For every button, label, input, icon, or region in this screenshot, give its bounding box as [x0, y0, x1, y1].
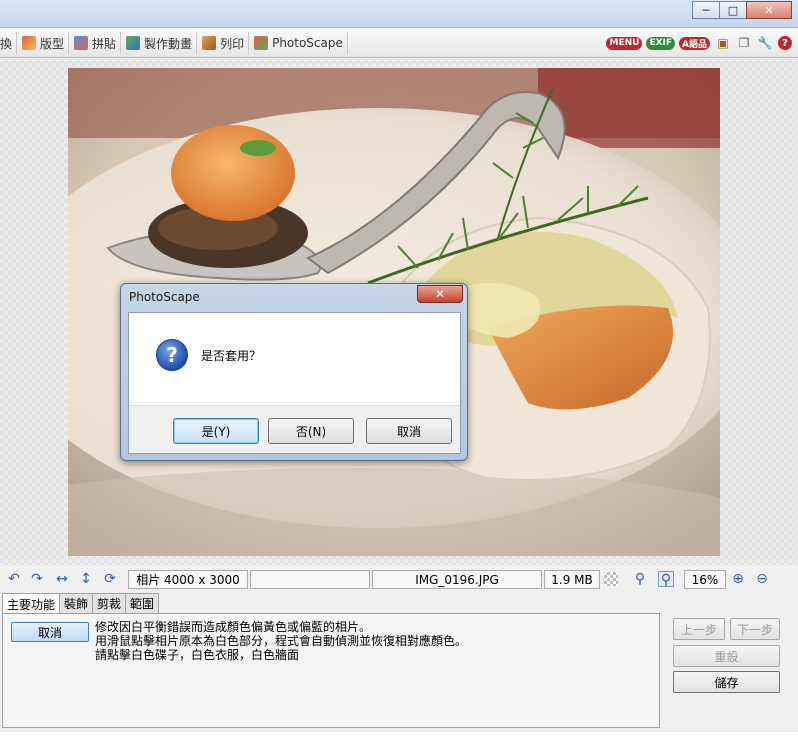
tool-panel: 取消 修改因白平衡錯誤而造成顏色偏黃色或偏藍的相片。 用滑鼠點擊相片原本為白色部… [2, 613, 660, 728]
tab-crop[interactable]: 剪裁 [92, 593, 127, 613]
zoom-in-icon[interactable]: ⊕ [730, 571, 746, 587]
zoom-fit-icon[interactable]: ⚲ [632, 571, 648, 587]
dialog-cancel-button[interactable]: 取消 [366, 418, 452, 444]
menu-button[interactable]: MENU [606, 36, 643, 50]
tab-combine[interactable]: 拼貼 [70, 32, 122, 54]
flip-vertical-icon[interactable]: ↕ [78, 571, 94, 587]
tab-decorate[interactable]: 裝飾 [59, 593, 94, 613]
file-size: 1.9 MB [544, 570, 600, 589]
redo-button[interactable]: 下一步 [730, 618, 780, 640]
tab-gif-animation[interactable]: 製作動畫 [122, 32, 198, 54]
tab-photoscape-label: PhotoScape [272, 36, 343, 50]
instructions: 修改因白平衡錯誤而造成顏色偏黃色或偏藍的相片。 用滑鼠點擊相片原本為白色部分，程… [95, 620, 467, 662]
no-button[interactable]: 否(N) [268, 418, 354, 444]
tab-gif-animation-label: 製作動畫 [144, 36, 193, 51]
window-controls: ─ □ ✕ [692, 1, 792, 19]
yes-button[interactable]: 是(Y) [173, 418, 259, 444]
status-bar: ↶ ↷ ↔ ↕ ⟳ 相片 4000 x 3000 IMG_0196.JPG 1.… [0, 566, 798, 592]
undo-button[interactable]: 上一步 [673, 618, 725, 640]
tab-photoscape[interactable]: PhotoScape [250, 32, 348, 54]
wrench-icon[interactable]: 🔧 [757, 35, 773, 51]
minimize-button[interactable]: ─ [692, 1, 720, 19]
reset-button[interactable]: 重設 [673, 645, 780, 667]
dialog-close-button[interactable]: ✕ [417, 285, 463, 303]
rotate-right-icon[interactable]: ↷ [29, 571, 45, 587]
maximize-button[interactable]: □ [719, 1, 747, 19]
confirm-dialog: PhotoScape ✕ ? 是否套用？ 是(Y) 否(N) 取消 [120, 283, 468, 461]
photoscape-icon [254, 36, 269, 50]
gif-animation-icon [126, 36, 141, 50]
tab-combine-label: 拼貼 [92, 36, 117, 51]
help-icon[interactable]: ? [778, 36, 792, 50]
image-dimensions: 相片 4000 x 3000 [128, 570, 248, 589]
film-icon[interactable]: ▣ [715, 35, 731, 51]
copy-icon[interactable]: ❐ [736, 35, 752, 51]
zoom-actual-icon[interactable]: ⚲ [658, 571, 674, 588]
file-name: IMG_0196.JPG [372, 570, 542, 589]
dialog-title: PhotoScape [129, 290, 200, 304]
print-icon [202, 36, 217, 50]
language-button[interactable]: A語品 [679, 36, 710, 50]
main-toolbar: 換 版型 拼貼 製作動畫 列印 PhotoScape MENU EXIF A語品… [0, 28, 798, 58]
tab-partial[interactable]: 換 [0, 32, 18, 54]
tab-print[interactable]: 列印 [198, 32, 250, 54]
rotate-left-icon[interactable]: ↶ [6, 571, 22, 587]
toolbar-right-icons: MENU EXIF A語品 ▣ ❐ 🔧 ? [602, 35, 792, 51]
zoom-out-icon[interactable]: ⊖ [754, 571, 770, 587]
zoom-level: 16% [684, 570, 726, 589]
window-titlebar: ─ □ ✕ [0, 0, 798, 28]
instruction-line: 請點擊白色碟子，白色衣服，白色牆面 [95, 648, 300, 662]
partial-tab-label: 換 [0, 36, 13, 51]
instruction-line: 用滑鼠點擊相片原本為白色部分，程式會自動偵測並恢復相對應顏色。 [95, 634, 468, 648]
exif-button[interactable]: EXIF [646, 36, 676, 50]
tab-print-label: 列印 [220, 36, 245, 51]
flip-horizontal-icon[interactable]: ↔ [54, 571, 70, 587]
instruction-line: 修改因白平衡錯誤而造成顏色偏黃色或偏藍的相片。 [95, 620, 372, 634]
tab-region[interactable]: 範圍 [125, 593, 160, 613]
dialog-body: ? 是否套用？ 是(Y) 否(N) 取消 [128, 312, 461, 454]
combine-icon [74, 36, 89, 50]
layout-icon [22, 36, 37, 50]
tab-layout[interactable]: 版型 [18, 32, 70, 54]
tab-layout-label: 版型 [40, 36, 65, 51]
question-icon: ? [156, 339, 188, 371]
status-empty-field [250, 570, 370, 589]
tab-main-functions[interactable]: 主要功能 [2, 593, 61, 614]
close-window-button[interactable]: ✕ [746, 1, 792, 19]
rotate-free-icon[interactable]: ⟳ [102, 571, 118, 587]
editor-tabs: 主要功能 裝飾 剪裁 範圍 [2, 593, 160, 614]
dialog-footer: 是(Y) 否(N) 取消 [129, 405, 460, 453]
window-bottom-edge [0, 732, 798, 742]
save-button[interactable]: 儲存 [673, 671, 780, 693]
dialog-message: 是否套用？ [201, 349, 262, 363]
module-tabs: 換 版型 拼貼 製作動畫 列印 PhotoScape [0, 32, 349, 54]
cancel-button[interactable]: 取消 [11, 622, 89, 642]
transparency-icon[interactable] [604, 572, 618, 586]
